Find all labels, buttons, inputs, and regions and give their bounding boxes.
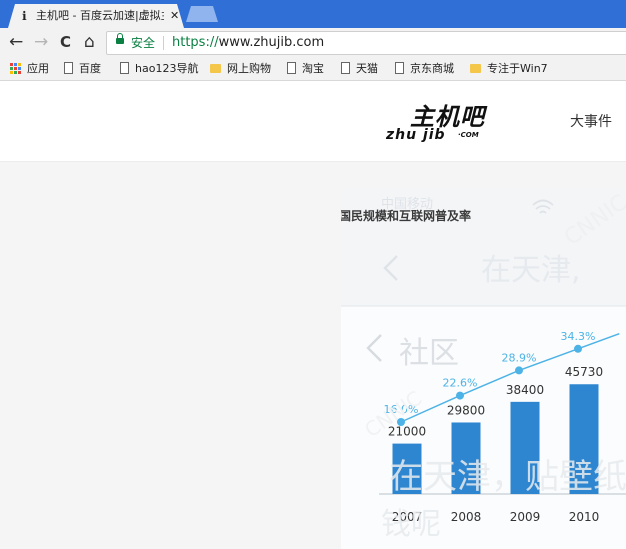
x-tick-label: 2008 [451, 510, 482, 524]
bg-community-text: 社区 [399, 336, 459, 371]
rate-label: 28.9% [502, 351, 537, 364]
page-icon [64, 62, 73, 74]
site-logo[interactable]: 主机吧 zhu jib ·COM [386, 95, 490, 147]
bar-value-label: 45730 [565, 365, 603, 379]
logo-subtext: zhu jib [386, 127, 446, 143]
browser-toolbar: ← → C ⌂ 安全 https://www.zhujib.com [0, 28, 626, 58]
logo-domain: ·COM [458, 131, 479, 139]
bookmark-label: 网上购物 [227, 62, 271, 75]
bookmark-label: 专注于Win7 [487, 62, 548, 75]
security-label: 安全 [131, 36, 156, 50]
url-host: www.zhujib.com [218, 35, 325, 50]
browser-tab[interactable]: ℹ 主机吧 - 百度云加速|虚拟主机 ✕ [8, 4, 184, 28]
reload-icon[interactable]: C [60, 31, 71, 53]
page-icon [120, 62, 129, 74]
rate-label: 34.3% [561, 330, 596, 343]
apps-icon [10, 62, 21, 74]
folder-icon [470, 63, 481, 73]
bookmark-label: 天猫 [356, 62, 378, 75]
bookmark-apps[interactable]: 应用 [10, 58, 49, 80]
bookmark-label: 百度 [79, 62, 101, 75]
url-scheme: https:// [172, 35, 219, 50]
bg-heading: 在天津, [481, 253, 581, 288]
site-header: 主机吧 zhu jib ·COM 大事件 [0, 81, 626, 162]
bookmark-label: 淘宝 [302, 62, 324, 75]
page-icon [287, 62, 296, 74]
bar-value-label: 38400 [506, 383, 544, 397]
nav-item-events[interactable]: 大事件 [570, 111, 612, 131]
tab-title: 主机吧 - 百度云加速|虚拟主机 [36, 9, 164, 22]
back-icon[interactable]: ← [9, 31, 23, 53]
new-tab-button[interactable] [186, 6, 218, 22]
tab-strip: ℹ 主机吧 - 百度云加速|虚拟主机 ✕ [0, 0, 626, 28]
rate-point [515, 366, 523, 375]
bookmark-tmall[interactable]: 天猫 [341, 58, 378, 80]
home-icon[interactable]: ⌂ [84, 31, 95, 53]
bookmark-label: hao123导航 [135, 62, 199, 75]
separator [163, 36, 164, 50]
close-icon[interactable]: ✕ [170, 4, 179, 28]
url-text[interactable]: https://www.zhujib.com [172, 32, 324, 54]
rate-point [574, 344, 582, 353]
article-image: 国民规模和互联网普及率 中国移动 在天津, 社区 21000 2007 29800 2… [341, 188, 626, 549]
bar-value-label: 29800 [447, 403, 485, 417]
bookmark-jd[interactable]: 京东商城 [395, 58, 454, 80]
bg-overlay-text-2: 钱呢 [381, 507, 441, 542]
info-icon: ℹ [22, 9, 27, 23]
lock-icon [116, 33, 124, 44]
bookmark-label: 应用 [27, 62, 49, 75]
page-icon [341, 62, 350, 74]
bookmark-win7[interactable]: 专注于Win7 [470, 58, 548, 80]
bookmarks-bar: 应用 百度 hao123导航 网上购物 淘宝 天猫 京东商城 专注于Win7 [0, 58, 626, 81]
bookmark-baidu[interactable]: 百度 [64, 58, 101, 80]
x-tick-label: 2010 [569, 510, 600, 524]
bookmark-taobao[interactable]: 淘宝 [287, 58, 324, 80]
bg-overlay-text: 在天津，贴壁纸 [389, 457, 626, 497]
page-icon [395, 62, 404, 74]
x-tick-label: 2009 [510, 510, 541, 524]
rate-label: 22.6% [443, 377, 478, 390]
chart-screenshot: 国民规模和互联网普及率 中国移动 在天津, 社区 210002007298002… [341, 188, 626, 549]
bookmark-hao123[interactable]: hao123导航 [120, 58, 198, 80]
bookmark-shopping[interactable]: 网上购物 [210, 58, 271, 80]
forward-icon[interactable]: → [34, 31, 48, 53]
rate-point [456, 391, 464, 400]
phone-carrier: 中国移动 [381, 197, 433, 212]
address-bar[interactable]: 安全 https://www.zhujib.com [106, 31, 626, 55]
folder-icon [210, 63, 221, 73]
bookmark-label: 京东商城 [410, 62, 454, 75]
